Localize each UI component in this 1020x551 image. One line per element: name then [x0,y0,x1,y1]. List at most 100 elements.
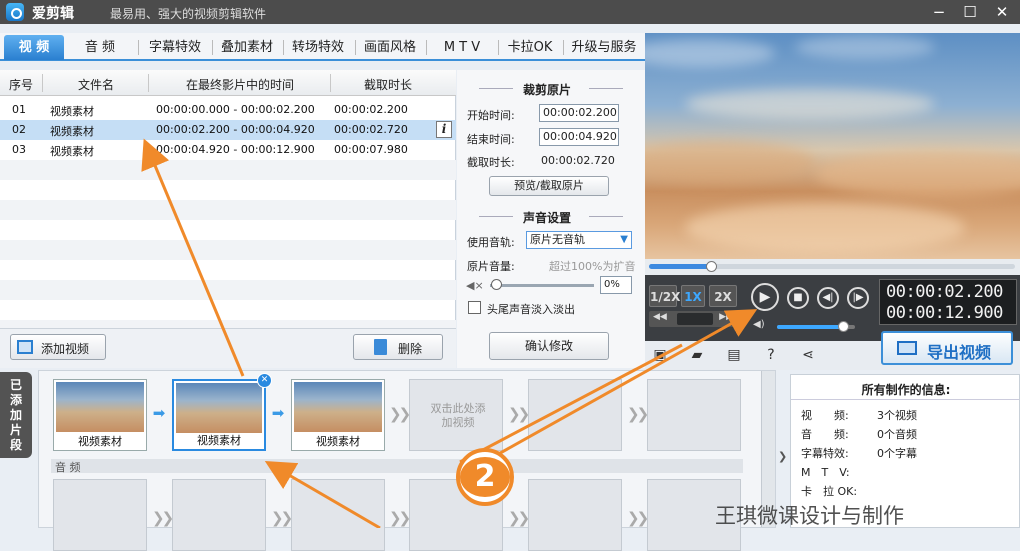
row-duration: 00:00:02.200 [334,103,408,116]
next-frame-button[interactable]: |▶ [847,287,869,309]
minimize-button[interactable]: − [924,0,954,24]
preview-crop-button[interactable]: 预览/截取原片 [489,176,609,196]
clip-thumbnail[interactable]: 视频素材 [291,379,385,451]
row-filename: 视频素材 [50,145,94,158]
tab-upgrade[interactable]: 升级与服务 [565,35,643,60]
audio-slot[interactable] [528,479,622,551]
empty-slot[interactable] [647,379,741,451]
row-index: 02 [12,123,26,136]
end-time-input[interactable]: 00:00:04.920 [539,128,619,146]
maximize-button[interactable]: ☐ [955,0,985,24]
collapse-panel-icon[interactable]: ❯ [778,450,788,478]
rewind-icon: ◀◀ [653,312,667,322]
table-row[interactable]: 01 视频素材 00:00:00.000 - 00:00:02.200 00:0… [0,100,456,120]
chevron-right-icon: ❯❯ [508,509,530,527]
play-button[interactable]: ▶ [751,283,779,311]
close-button[interactable]: ✕ [987,0,1017,24]
speed-half-button[interactable]: 1/2X [649,285,680,307]
audio-track-header: 音 频 [51,459,743,474]
jog-wheel[interactable]: ◀◀ ▶▶ [649,311,737,327]
table-row[interactable]: 03 视频素材 00:00:04.920 - 00:00:12.900 00:0… [0,140,456,160]
row-timespan: 00:00:00.000 - 00:00:02.200 [156,103,315,116]
app-slogan: 最易用、强大的视频剪辑软件 [110,7,267,21]
tab-karaoke[interactable]: 卡拉OK [500,35,560,60]
output-toolbar: ▣ ▰ ▤ ? ⋖ 导出视频 [645,331,1020,370]
fade-checkbox[interactable] [468,301,481,314]
volume-icon[interactable]: ◀) [753,319,765,330]
added-clips-label: 已添加片段 [9,378,22,452]
audio-slot[interactable] [291,479,385,551]
divider [589,216,623,217]
row-index: 03 [12,143,26,156]
chevron-right-icon: ❯❯ [627,405,649,423]
audio-track-label: 使用音轨: [467,236,515,249]
divider [479,88,513,89]
delete-button[interactable]: 删除 [353,334,443,360]
start-time-input[interactable]: 00:00:02.200 [539,104,619,122]
header-duration: 截取时长 [363,78,412,92]
save-icon[interactable]: ▤ [725,346,743,364]
hd-icon[interactable]: ▣ [651,346,669,364]
speed-normal-button[interactable]: 1X [681,285,705,307]
help-icon[interactable]: ? [762,346,780,364]
remove-clip-icon[interactable]: ✕ [257,373,272,388]
row-duration: 00:00:02.720 [334,123,408,136]
sound-section-title: 声音设置 [523,211,572,225]
tab-style[interactable]: 画面风格 [357,35,423,60]
tab-video[interactable]: 视 频 [4,35,64,60]
prev-frame-button[interactable]: ◀| [817,287,839,309]
clip-list-panel: 序号 文件名 在最终影片中的时间 截取时长 01 视频素材 00:00:00.0… [0,70,456,328]
volume-slider[interactable] [490,284,594,287]
audio-slot[interactable] [53,479,147,551]
info-icon[interactable]: i [436,121,452,138]
audio-track-value: 原片无音轨 [530,233,585,246]
confirm-button[interactable]: 确认修改 [489,332,609,360]
audio-slot[interactable] [172,479,266,551]
clip-name: 视频素材 [197,434,241,447]
tab-subtitles[interactable]: 字幕特效 [142,35,208,60]
mute-speaker-icon[interactable]: ◀× [466,279,484,292]
stop-button[interactable]: ■ [787,287,809,309]
tab-separator [498,40,499,55]
progress-handle[interactable] [706,261,718,272]
playback-progress[interactable] [645,259,1020,275]
add-video-hint: 双击此处添加视频 [430,402,486,429]
player-volume-handle[interactable] [838,321,850,332]
share-icon[interactable]: ⋖ [799,346,817,364]
video-preview[interactable] [645,33,1020,259]
added-clips-tab[interactable]: 已添加片段 [0,372,32,458]
summary-value: 0个字幕 [877,447,917,460]
prev-frame-icon: ◀| [822,292,834,303]
fade-label: 头尾声音淡入淡出 [487,303,575,316]
list-actions: 添加视频 删除 [0,328,456,368]
audio-track-select[interactable]: 原片无音轨 ▼ [526,231,632,249]
add-video-button[interactable]: 添加视频 [10,334,106,360]
tab-mtv[interactable]: M T V [430,35,494,60]
volume-slider-handle[interactable] [491,279,502,290]
tab-separator [426,40,427,55]
app-logo-icon [6,3,24,21]
folder-icon[interactable]: ▰ [688,346,706,364]
tab-overlay[interactable]: 叠加素材 [214,35,280,60]
chevron-right-icon: ❯❯ [271,509,293,527]
edit-panel: 裁剪原片 开始时间: 00:00:02.200 结束时间: 00:00:04.9… [457,70,645,368]
empty-row [0,160,456,180]
summary-title: 所有制作的信息: [861,383,951,397]
film-add-icon [17,340,33,354]
row-filename: 视频素材 [50,105,94,118]
tab-transitions[interactable]: 转场特效 [285,35,351,60]
volume-percent-input[interactable]: 0% [600,276,632,294]
export-video-button[interactable]: 导出视频 [881,331,1013,365]
speed-double-button[interactable]: 2X [709,285,737,307]
table-row-selected[interactable]: 02 视频素材 00:00:02.200 - 00:00:04.920 00:0… [0,120,456,140]
empty-row [0,240,456,260]
add-video-label: 添加视频 [41,342,90,356]
clip-thumbnail[interactable]: 视频素材 [53,379,147,451]
tab-audio[interactable]: 音 频 [70,35,130,60]
divider [589,88,623,89]
add-video-slot[interactable]: 双击此处添加视频 [409,379,503,451]
clip-name: 视频素材 [316,435,360,448]
empty-slot[interactable] [528,379,622,451]
clip-thumbnail-selected[interactable]: 视频素材 ✕ [172,373,272,451]
summary-value: 3个视频 [877,409,917,422]
